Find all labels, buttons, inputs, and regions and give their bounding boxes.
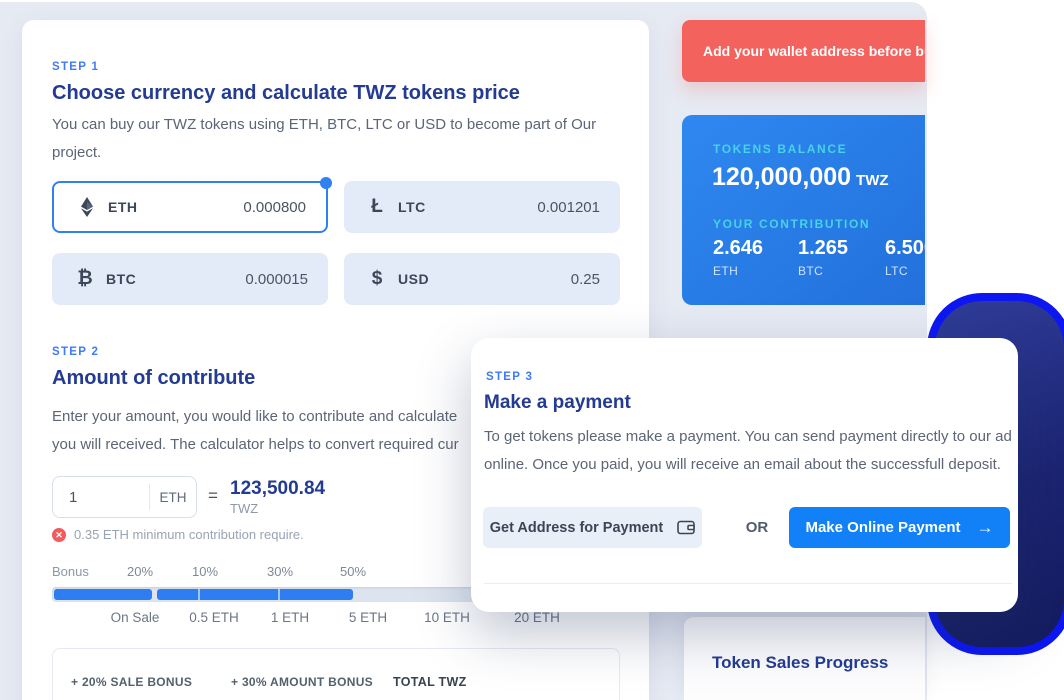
step1-label: STEP 1 [52, 61, 99, 73]
step3-title: Make a payment [484, 392, 631, 414]
step2-description-line1: Enter your amount, you would like to con… [52, 408, 457, 425]
amount-unit-label: ETH [150, 490, 196, 505]
currency-tile-eth[interactable]: ETH 0.000800 [52, 181, 328, 233]
contribution-unit: BTC [798, 264, 848, 278]
bar-tick [198, 589, 200, 600]
make-online-payment-button[interactable]: Make Online Payment → [789, 507, 1010, 548]
get-address-label: Get Address for Payment [490, 520, 664, 536]
bonus-percent: 20% [127, 564, 153, 579]
currency-tile-ltc[interactable]: Ł LTC 0.001201 [344, 181, 620, 233]
section-divider [484, 583, 1012, 584]
contribution-value: 1.265 [798, 237, 848, 260]
tier-label: 20 ETH [514, 610, 560, 625]
step1-title: Choose currency and calculate TWZ tokens… [52, 82, 520, 105]
bonus-fill-segment [157, 589, 353, 600]
bonus-fill-segment [54, 589, 152, 600]
total-twz-label: TOTAL TWZ [393, 675, 467, 689]
step1-description-line2: project. [52, 144, 101, 161]
bonus-percent: 50% [340, 564, 366, 579]
selected-indicator-dot [320, 177, 332, 189]
wallet-icon [677, 520, 695, 535]
tier-label: 10 ETH [424, 610, 470, 625]
bar-tick [278, 589, 280, 600]
tokens-balance-card: TOKENS BALANCE 120,000,000 TWZ YOUR CONTR… [682, 115, 925, 305]
currency-rate: 0.25 [571, 271, 600, 288]
tokens-balance-amount: 120,000,000 TWZ [712, 163, 889, 192]
contribution-caption: YOUR CONTRIBUTION [713, 217, 870, 231]
step1-description-line1: You can buy our TWZ tokens using ETH, BT… [52, 116, 596, 133]
error-text: 0.35 ETH minimum contribution require. [74, 527, 304, 542]
ethereum-icon [74, 196, 100, 218]
amount-value[interactable]: 1 [53, 489, 149, 506]
contribution-btc: 1.265 BTC [798, 237, 848, 278]
app-window: STEP 1 Choose currency and calculate TWZ… [0, 0, 1064, 700]
bonus-summary-box: + 20% SALE BONUS + 30% AMOUNT BONUS TOTA… [52, 648, 620, 700]
bonus-label: Bonus [52, 564, 89, 579]
bitcoin-icon: ₿ [72, 268, 98, 290]
wallet-alert-banner: Add your wallet address before bu [682, 20, 925, 82]
step3-description-line1: To get tokens please make a payment. You… [484, 428, 1012, 445]
contribution-value: 2.646 [713, 237, 763, 260]
error-icon: ✕ [52, 528, 66, 542]
tokens-balance-caption: TOKENS BALANCE [713, 142, 847, 156]
step3-description-line2: online. Once you paid, you will receive … [484, 456, 1001, 473]
tier-label: 1 ETH [271, 610, 309, 625]
validation-error: ✕ 0.35 ETH minimum contribution require. [52, 527, 304, 542]
currency-tile-btc[interactable]: ₿ BTC 0.000015 [52, 253, 328, 305]
tier-label: 0.5 ETH [189, 610, 239, 625]
step3-label: STEP 3 [486, 371, 533, 383]
token-sales-progress-card: Token Sales Progress [684, 617, 925, 700]
step2-label: STEP 2 [52, 346, 99, 358]
bonus-percent: 30% [267, 564, 293, 579]
currency-code: ETH [108, 199, 138, 215]
currency-code: LTC [398, 199, 426, 215]
contribution-value: 6.500 [885, 237, 925, 260]
contribution-ltc: 6.500 LTC [885, 237, 925, 278]
currency-rate: 0.001201 [537, 199, 600, 216]
balance-number: 120,000,000 [712, 163, 851, 191]
amount-input[interactable]: 1 ETH [52, 476, 197, 518]
get-address-button[interactable]: Get Address for Payment [483, 507, 702, 548]
token-sales-progress-title: Token Sales Progress [712, 653, 888, 673]
currency-tile-usd[interactable]: $ USD 0.25 [344, 253, 620, 305]
arrow-right-icon: → [977, 518, 994, 538]
contribution-eth: 2.646 ETH [713, 237, 763, 278]
tier-label: 5 ETH [349, 610, 387, 625]
currency-code: USD [398, 271, 429, 287]
step2-description-line2: you will received. The calculator helps … [52, 436, 459, 453]
litecoin-icon: Ł [364, 196, 390, 218]
sale-bonus-label: + 20% SALE BONUS [71, 675, 192, 689]
equals-sign: = [208, 486, 218, 506]
payment-card: STEP 3 Make a payment To get tokens plea… [471, 338, 1018, 612]
bonus-percent: 10% [192, 564, 218, 579]
currency-code: BTC [106, 271, 136, 287]
dollar-icon: $ [364, 268, 390, 290]
tier-label: On Sale [111, 610, 160, 625]
contribution-unit: ETH [713, 264, 763, 278]
converted-unit: TWZ [230, 501, 258, 516]
or-separator: OR [746, 519, 769, 536]
make-online-payment-label: Make Online Payment [805, 519, 960, 536]
alert-text: Add your wallet address before bu [682, 43, 925, 59]
amount-bonus-label: + 30% AMOUNT BONUS [231, 675, 373, 689]
converted-value: 123,500.84 [230, 478, 325, 500]
step2-title: Amount of contribute [52, 367, 255, 390]
balance-unit: TWZ [856, 172, 888, 189]
currency-rate: 0.000800 [243, 199, 306, 216]
contribution-unit: LTC [885, 264, 925, 278]
currency-rate: 0.000015 [245, 271, 308, 288]
